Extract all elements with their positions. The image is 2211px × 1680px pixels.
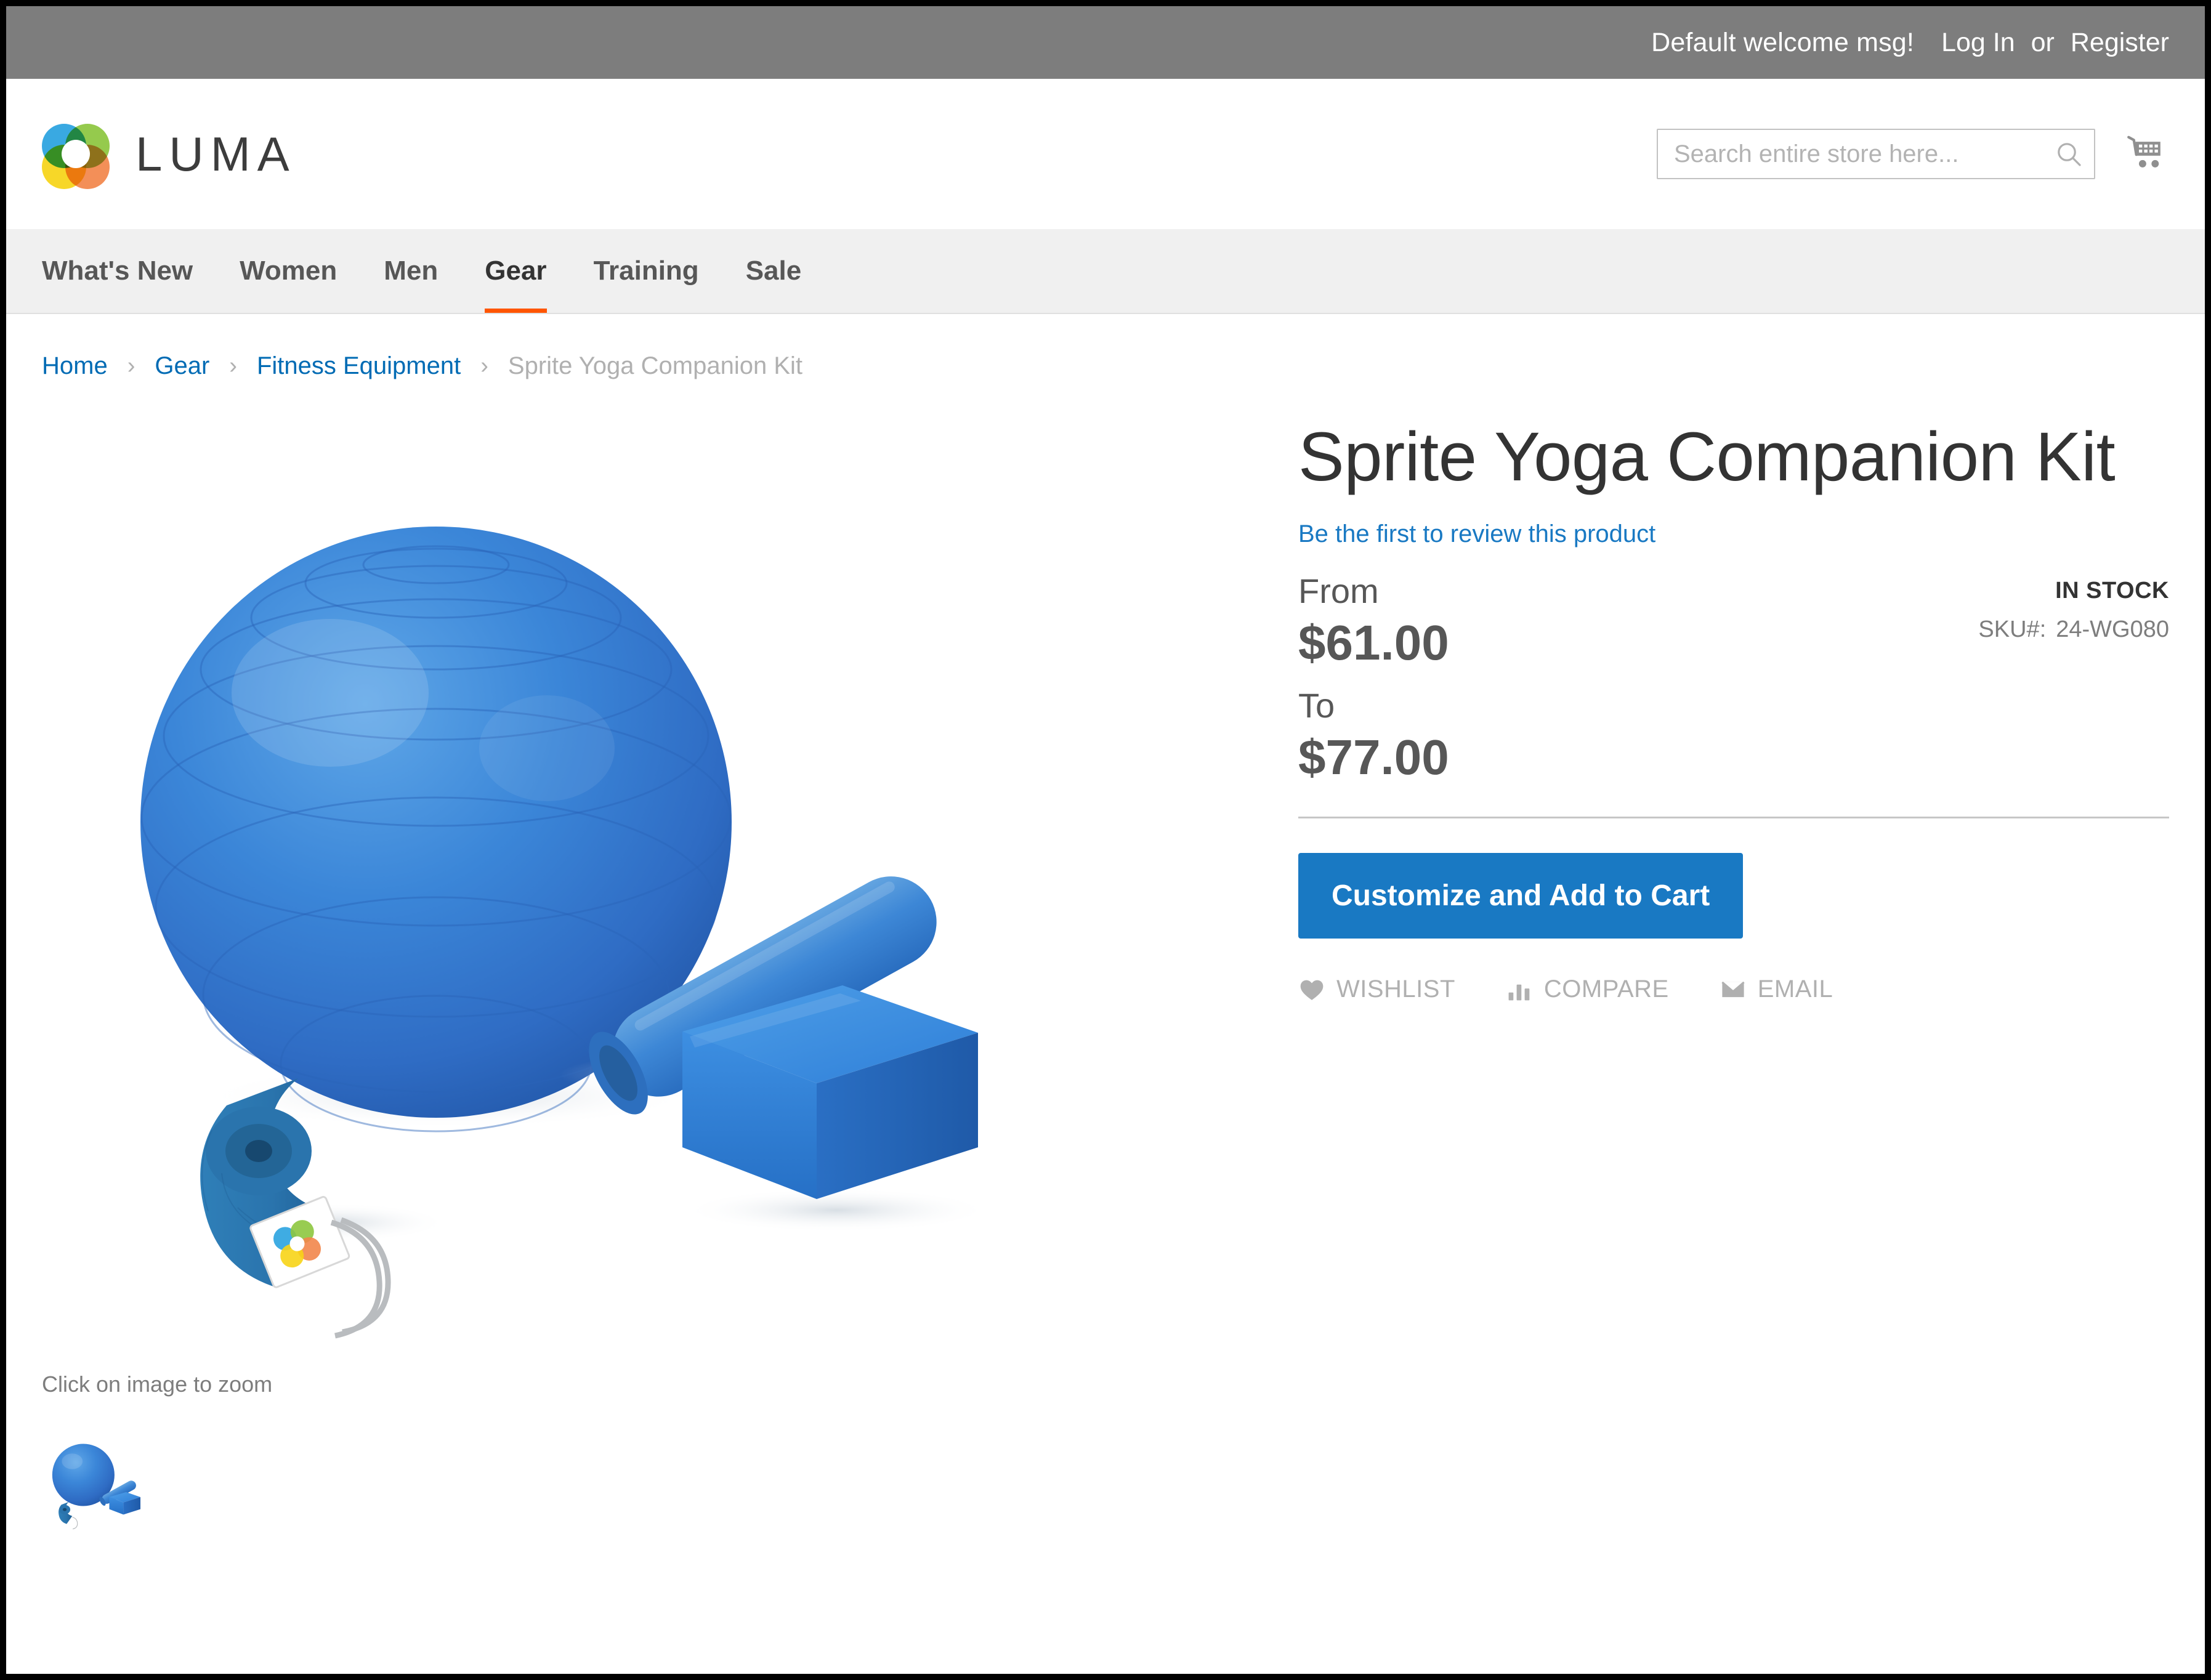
- header-actions: [1657, 129, 2169, 179]
- nav-item-men[interactable]: Men: [360, 229, 461, 313]
- add-review-link[interactable]: Be the first to review this product: [1298, 520, 1655, 548]
- product-info-main: Sprite Yoga Companion Kit Be the first t…: [1280, 403, 2169, 1003]
- price-from-value: $61.00: [1298, 615, 1449, 670]
- luma-flower-logo-icon: [42, 120, 110, 189]
- product-sku: SKU#: 24-WG080: [1738, 616, 2169, 643]
- main-navigation: What's New Women Men Gear Training Sale: [6, 229, 2205, 314]
- zoom-hint-text: Click on image to zoom: [42, 1371, 273, 1397]
- shopping-cart-icon[interactable]: [2122, 131, 2169, 177]
- login-separator: or: [2031, 27, 2055, 57]
- stock-and-sku: IN STOCK SKU#: 24-WG080: [1738, 571, 2169, 788]
- page-title: Sprite Yoga Companion Kit: [1298, 418, 2116, 495]
- site-logo[interactable]: LUMA: [42, 120, 296, 189]
- search-input[interactable]: [1657, 129, 2095, 179]
- price-from-label: From: [1298, 571, 1379, 610]
- logo-text: LUMA: [135, 126, 296, 181]
- email-to-friend-link[interactable]: EMAIL: [1720, 975, 1833, 1003]
- product-image-graphic: [42, 403, 1212, 1358]
- breadcrumb-item-home[interactable]: Home: [42, 352, 108, 380]
- nav-item-women[interactable]: Women: [216, 229, 360, 313]
- product-social-links: WISHLIST COMPARE EMAIL: [1298, 975, 2169, 1003]
- nav-item-training[interactable]: Training: [570, 229, 722, 313]
- envelope-icon: [1720, 976, 1747, 1003]
- site-header: LUMA: [6, 79, 2205, 229]
- register-link[interactable]: Register: [2071, 28, 2169, 58]
- search-box: [1657, 129, 2095, 179]
- nav-item-whats-new[interactable]: What's New: [42, 229, 216, 313]
- price-and-stock: From $61.00 To $77.00 IN STOCK SKU#: 24-W…: [1298, 571, 2169, 788]
- breadcrumb-item-current: Sprite Yoga Companion Kit: [507, 352, 802, 379]
- breadcrumb-item-fitness-equipment[interactable]: Fitness Equipment: [257, 352, 461, 380]
- section-divider: [1298, 817, 2169, 819]
- thumbnail-graphic: [42, 1431, 165, 1532]
- add-to-compare-link[interactable]: COMPARE: [1506, 975, 1669, 1003]
- bar-chart-icon: [1506, 976, 1533, 1003]
- wishlist-label: WISHLIST: [1336, 975, 1455, 1003]
- add-to-wishlist-link[interactable]: WISHLIST: [1298, 975, 1455, 1003]
- price-box: From $61.00 To $77.00: [1298, 571, 1738, 788]
- price-to-value: $77.00: [1298, 730, 1449, 785]
- product-main-image[interactable]: [42, 403, 1212, 1358]
- sku-label: SKU#:: [1978, 616, 2047, 642]
- top-panel-header: Default welcome msg! Log In or Register: [6, 6, 2205, 79]
- compare-label: COMPARE: [1543, 975, 1669, 1003]
- product-media: Click on image to zoom: [42, 403, 1280, 1543]
- product-view: Click on image to zoom Sprite Yoga Compa…: [6, 380, 2205, 1543]
- nav-item-gear[interactable]: Gear: [461, 229, 570, 313]
- nav-item-sale[interactable]: Sale: [722, 229, 825, 313]
- customize-and-add-to-cart-button[interactable]: Customize and Add to Cart: [1298, 853, 1744, 939]
- breadcrumb-separator-icon: ›: [229, 353, 237, 379]
- heart-icon: [1298, 976, 1325, 1003]
- browser-page: Default welcome msg! Log In or Register …: [6, 6, 2205, 1674]
- sku-value: 24-WG080: [2056, 616, 2169, 642]
- breadcrumb-separator-icon: ›: [127, 353, 135, 379]
- log-in-link[interactable]: Log In: [1941, 28, 2015, 58]
- email-label: EMAIL: [1757, 975, 1833, 1003]
- breadcrumb-separator-icon: ›: [480, 353, 488, 379]
- thumbnail-list: [42, 1420, 1280, 1543]
- welcome-message: Default welcome msg!: [1651, 27, 1915, 57]
- status-badge: IN STOCK: [2055, 577, 2169, 604]
- breadcrumb: Home › Gear › Fitness Equipment › Sprite…: [6, 314, 2205, 380]
- breadcrumb-item-gear[interactable]: Gear: [155, 352, 209, 380]
- search-icon[interactable]: [2052, 137, 2085, 171]
- price-to-label: To: [1298, 685, 1335, 725]
- thumbnail-item[interactable]: [42, 1420, 165, 1543]
